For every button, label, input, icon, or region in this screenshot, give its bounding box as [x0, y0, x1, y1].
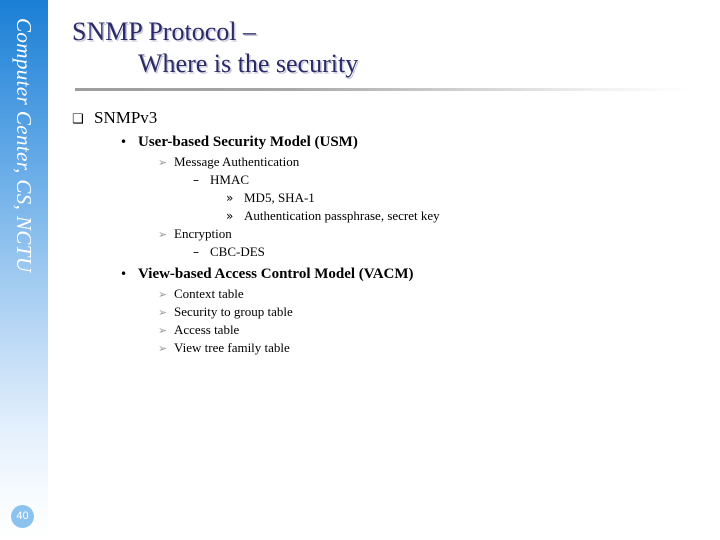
bullet-text: Authentication passphrase, secret key	[244, 208, 440, 223]
slide-title-line-2: Where is the security	[138, 49, 359, 78]
bullet-text: Security to group table	[174, 304, 293, 319]
bullet-glyph-level-3-icon: ➢	[158, 342, 168, 355]
bullet-row-level-5: » Authentication passphrase, secret key	[48, 208, 720, 224]
bullet-text: SNMPv3	[94, 108, 158, 127]
bullet-glyph-level-5-icon: »	[226, 191, 234, 205]
title-divider-rule	[75, 88, 690, 91]
bullet-row-level-3: ➢ Encryption	[48, 226, 720, 242]
bullet-row-level-2: • User-based Security Model (USM)	[48, 134, 720, 151]
bullet-glyph-level-1-icon: ❑	[72, 112, 84, 127]
bullet-text: Message Authentication	[174, 154, 300, 169]
bullet-glyph-level-3-icon: ➢	[158, 324, 168, 337]
bullet-glyph-level-5-icon: »	[226, 209, 234, 223]
bullet-row-level-3: ➢ Access table	[48, 322, 720, 338]
bullet-glyph-level-3-icon: ➢	[158, 156, 168, 169]
bullet-row-level-3: ➢ Context table	[48, 286, 720, 302]
bullet-text: HMAC	[210, 172, 250, 187]
page-number-badge: 40	[11, 505, 34, 528]
bullet-row-level-3: ➢ View tree family table	[48, 340, 720, 356]
bullet-text: User-based Security Model (USM)	[138, 134, 358, 150]
bullet-text: Encryption	[174, 226, 232, 241]
bullet-row-level-3: ➢ Message Authentication	[48, 154, 720, 170]
bullet-row-level-5: » MD5, SHA-1	[48, 190, 720, 206]
bullet-glyph-level-3-icon: ➢	[158, 306, 168, 319]
bullet-text: MD5, SHA-1	[244, 190, 315, 205]
bullet-text: Context table	[174, 286, 244, 301]
bullet-text: Access table	[174, 322, 240, 337]
bullet-text: CBC-DES	[210, 244, 265, 259]
sidebar-affiliation-label: Computer Center, CS, NCTU	[12, 18, 36, 273]
bullet-row-level-1: ❑ SNMPv3	[48, 108, 720, 128]
slide-title: SNMP Protocol – Where is the security	[48, 16, 720, 80]
bullet-text: View tree family table	[174, 340, 290, 355]
bullet-row-level-2: • View-based Access Control Model (VACM)	[48, 266, 720, 283]
bullet-row-level-4: – HMAC	[48, 172, 720, 188]
bullet-glyph-level-3-icon: ➢	[158, 228, 168, 241]
bullet-glyph-level-4-icon: –	[193, 173, 199, 187]
bullet-row-level-3: ➢ Security to group table	[48, 304, 720, 320]
slide-title-line-1: SNMP Protocol –	[72, 17, 256, 46]
bullet-glyph-level-2-icon: •	[120, 135, 128, 149]
bullet-glyph-level-2-icon: •	[120, 267, 128, 281]
sidebar-banner: Computer Center, CS, NCTU	[0, 0, 48, 540]
bullet-row-level-4: – CBC-DES	[48, 244, 720, 260]
bullet-glyph-level-3-icon: ➢	[158, 288, 168, 301]
slide-body: ❑ SNMPv3 • User-based Security Model (USM) ➢…	[48, 108, 720, 358]
slide: Computer Center, CS, NCTU 40 SNMP Protoc…	[0, 0, 720, 540]
bullet-text: View-based Access Control Model (VACM)	[138, 266, 414, 282]
bullet-glyph-level-4-icon: –	[193, 245, 199, 259]
